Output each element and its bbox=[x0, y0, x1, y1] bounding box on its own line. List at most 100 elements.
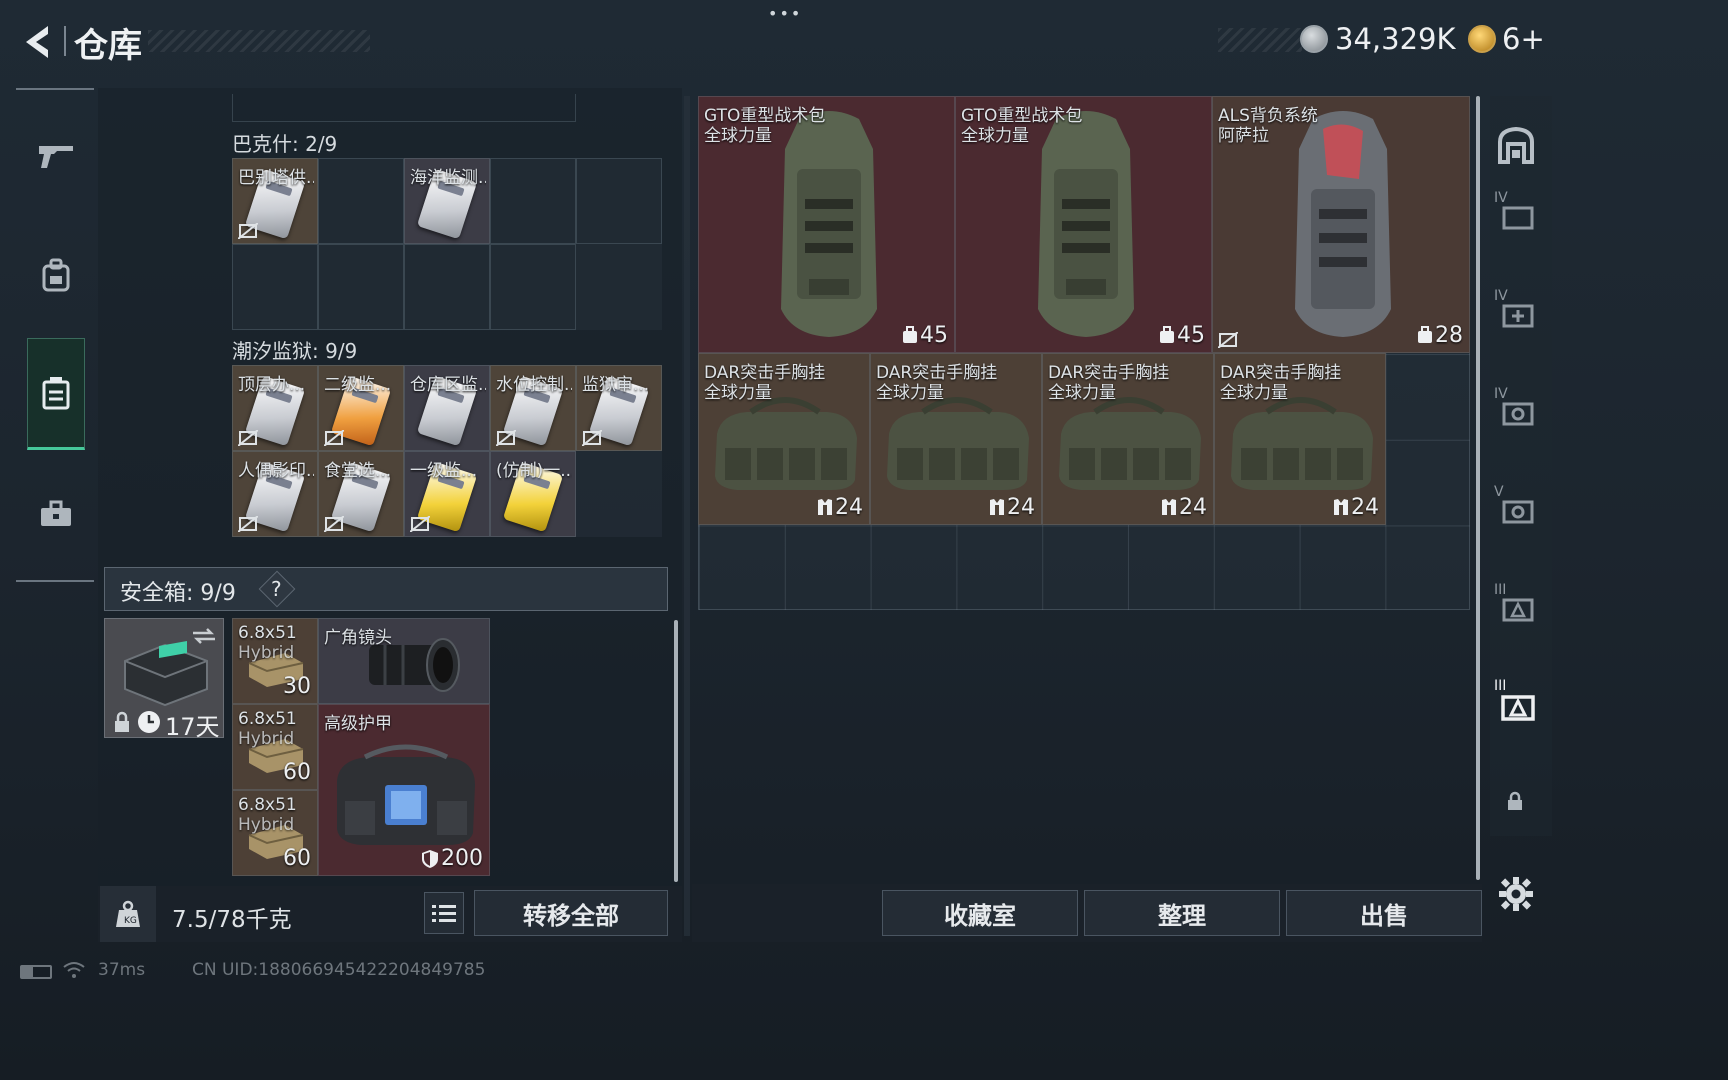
transfer-all-button[interactable]: 转移全部 bbox=[474, 890, 668, 936]
shield-icon bbox=[422, 850, 438, 868]
capacity-value: 24 bbox=[1179, 495, 1207, 520]
capacity-value: 24 bbox=[1007, 495, 1035, 520]
nav-backpack[interactable] bbox=[26, 240, 86, 310]
ammo-sub: Hybrid bbox=[238, 815, 295, 835]
ammo-count: 60 bbox=[283, 760, 311, 785]
sort-button[interactable]: 整理 bbox=[1084, 890, 1280, 936]
backpack-icon bbox=[42, 258, 70, 292]
chest-rig-item[interactable]: DAR突击手胸挂 全球力量 24 bbox=[698, 353, 870, 525]
swap-icon[interactable] bbox=[191, 627, 217, 645]
right-scrollbar[interactable] bbox=[1476, 96, 1480, 880]
collection-room-button[interactable]: 收藏室 bbox=[882, 890, 1078, 936]
tier-label: III bbox=[1494, 582, 1507, 598]
tier-label: IV bbox=[1494, 190, 1508, 206]
item-brand: 全球力量 bbox=[704, 126, 772, 146]
nav-toolbox[interactable] bbox=[26, 482, 86, 546]
keycard-item[interactable]: 巴别塔供... bbox=[232, 158, 318, 244]
item-name: 一级监... bbox=[410, 461, 478, 481]
wifi-icon bbox=[63, 962, 85, 978]
ping-value: 37ms bbox=[98, 960, 146, 980]
capacity-value: 45 bbox=[920, 323, 948, 348]
keycard-item[interactable]: (仿制)一... bbox=[490, 451, 576, 537]
left-scrollbar[interactable] bbox=[674, 620, 678, 882]
menu-dots[interactable]: ••• bbox=[768, 4, 802, 23]
item-name: 人偶影印... bbox=[238, 461, 314, 481]
capacity-value: 24 bbox=[1351, 495, 1379, 520]
back-button[interactable] bbox=[18, 22, 58, 62]
no-insure-icon bbox=[238, 430, 258, 446]
chest-rig-item[interactable]: DAR突击手胸挂 全球力量 24 bbox=[870, 353, 1042, 525]
nav-weapons[interactable] bbox=[26, 120, 86, 190]
prev-grid-tail bbox=[232, 94, 576, 122]
nav-storage-iv-b[interactable]: IV bbox=[1494, 288, 1542, 332]
nav-storage-iii[interactable]: III bbox=[1494, 582, 1542, 626]
vest-icon bbox=[1334, 499, 1348, 515]
item-name: 水位控制... bbox=[496, 375, 572, 395]
keycard-item[interactable]: 人偶影印... bbox=[232, 451, 318, 537]
title-divider bbox=[64, 26, 66, 56]
item-name: 海洋监测... bbox=[410, 168, 486, 188]
ammo-name: 6.8x51 bbox=[238, 623, 297, 643]
nav-all-storage[interactable] bbox=[1494, 122, 1538, 168]
item-name: 巴别塔供... bbox=[238, 168, 314, 188]
svg-text:KG: KG bbox=[124, 916, 137, 926]
weight-value: 7.5/78千克 bbox=[172, 907, 292, 933]
armor-item[interactable]: 高级护甲 200 bbox=[318, 704, 490, 876]
ammo-item[interactable]: 6.8x51 Hybrid 60 bbox=[232, 704, 318, 790]
keycard-item[interactable]: 顶层办... bbox=[232, 365, 318, 451]
capacity-icon bbox=[1418, 326, 1432, 343]
backpack-item[interactable]: ALS背负系统 阿萨拉 28 bbox=[1212, 96, 1470, 353]
keycard-item[interactable]: 二级监... bbox=[318, 365, 404, 451]
keycard-item[interactable]: 一级监... bbox=[404, 451, 490, 537]
keycard-item[interactable]: 食堂选... bbox=[318, 451, 404, 537]
battery-icon bbox=[20, 965, 52, 979]
weight-lock: KG bbox=[100, 886, 156, 942]
item-brand: 全球力量 bbox=[704, 383, 772, 403]
chest-rig-item[interactable]: DAR突击手胸挂 全球力量 24 bbox=[1042, 353, 1214, 525]
ammo-item[interactable]: 6.8x51 Hybrid 60 bbox=[232, 790, 318, 876]
no-insure-icon bbox=[582, 430, 602, 446]
keycard-item[interactable]: 水位控制... bbox=[490, 365, 576, 451]
medkit-icon bbox=[1502, 304, 1534, 328]
backpack-icon bbox=[781, 111, 877, 337]
ammo-count: 60 bbox=[283, 846, 311, 871]
nav-storage-active[interactable] bbox=[27, 338, 85, 450]
vest-icon bbox=[818, 499, 832, 515]
lock-icon bbox=[115, 711, 129, 732]
item-brand: 全球力量 bbox=[1048, 383, 1116, 403]
tier-label: IV bbox=[1494, 288, 1508, 304]
keycard-item[interactable]: 海洋监测... bbox=[404, 158, 490, 244]
item-brand: 全球力量 bbox=[876, 383, 944, 403]
keycard-item[interactable]: 仓库区监... bbox=[404, 365, 490, 451]
nav-storage-v[interactable]: V bbox=[1494, 484, 1542, 528]
item-name: 食堂选... bbox=[324, 461, 392, 481]
gear-icon bbox=[1499, 877, 1533, 911]
nav-storage-iii-active[interactable]: III bbox=[1494, 678, 1542, 726]
settings-button[interactable] bbox=[1494, 872, 1538, 916]
backpack-icon bbox=[1038, 111, 1134, 337]
ammo-item[interactable]: 6.8x51 Hybrid 30 bbox=[232, 618, 318, 704]
currency-amount: 34,329K bbox=[1335, 22, 1456, 56]
lens-item[interactable]: 广角镜头 bbox=[318, 618, 490, 704]
case-icon bbox=[1502, 206, 1534, 230]
item-name: 监狱审... bbox=[582, 375, 650, 395]
no-insure-icon bbox=[324, 516, 344, 532]
chest-rig-icon bbox=[1059, 397, 1201, 490]
no-insure-icon bbox=[496, 430, 516, 446]
coin-icon bbox=[1300, 25, 1328, 53]
nav-storage-iv-a[interactable]: IV bbox=[1494, 190, 1542, 234]
title-hatch bbox=[148, 30, 370, 52]
list-view-button[interactable] bbox=[424, 892, 464, 934]
no-insure-icon bbox=[238, 223, 258, 239]
sell-button[interactable]: 出售 bbox=[1286, 890, 1482, 936]
backpack-item[interactable]: GTO重型战术包 全球力量 45 bbox=[698, 96, 955, 353]
nav-storage-iv-c[interactable]: IV bbox=[1494, 386, 1542, 430]
keycard-item[interactable]: 监狱审... bbox=[576, 365, 662, 451]
currency-hatch bbox=[1218, 28, 1302, 52]
ammo-sub: Hybrid bbox=[238, 729, 295, 749]
backpack-item[interactable]: GTO重型战术包 全球力量 45 bbox=[955, 96, 1212, 353]
ticket-amount[interactable]: 6+ bbox=[1502, 22, 1545, 56]
no-insure-icon bbox=[1218, 332, 1238, 348]
chest-rig-item[interactable]: DAR突击手胸挂 全球力量 24 bbox=[1214, 353, 1386, 525]
safe-box-case[interactable]: 17天 bbox=[104, 618, 224, 741]
